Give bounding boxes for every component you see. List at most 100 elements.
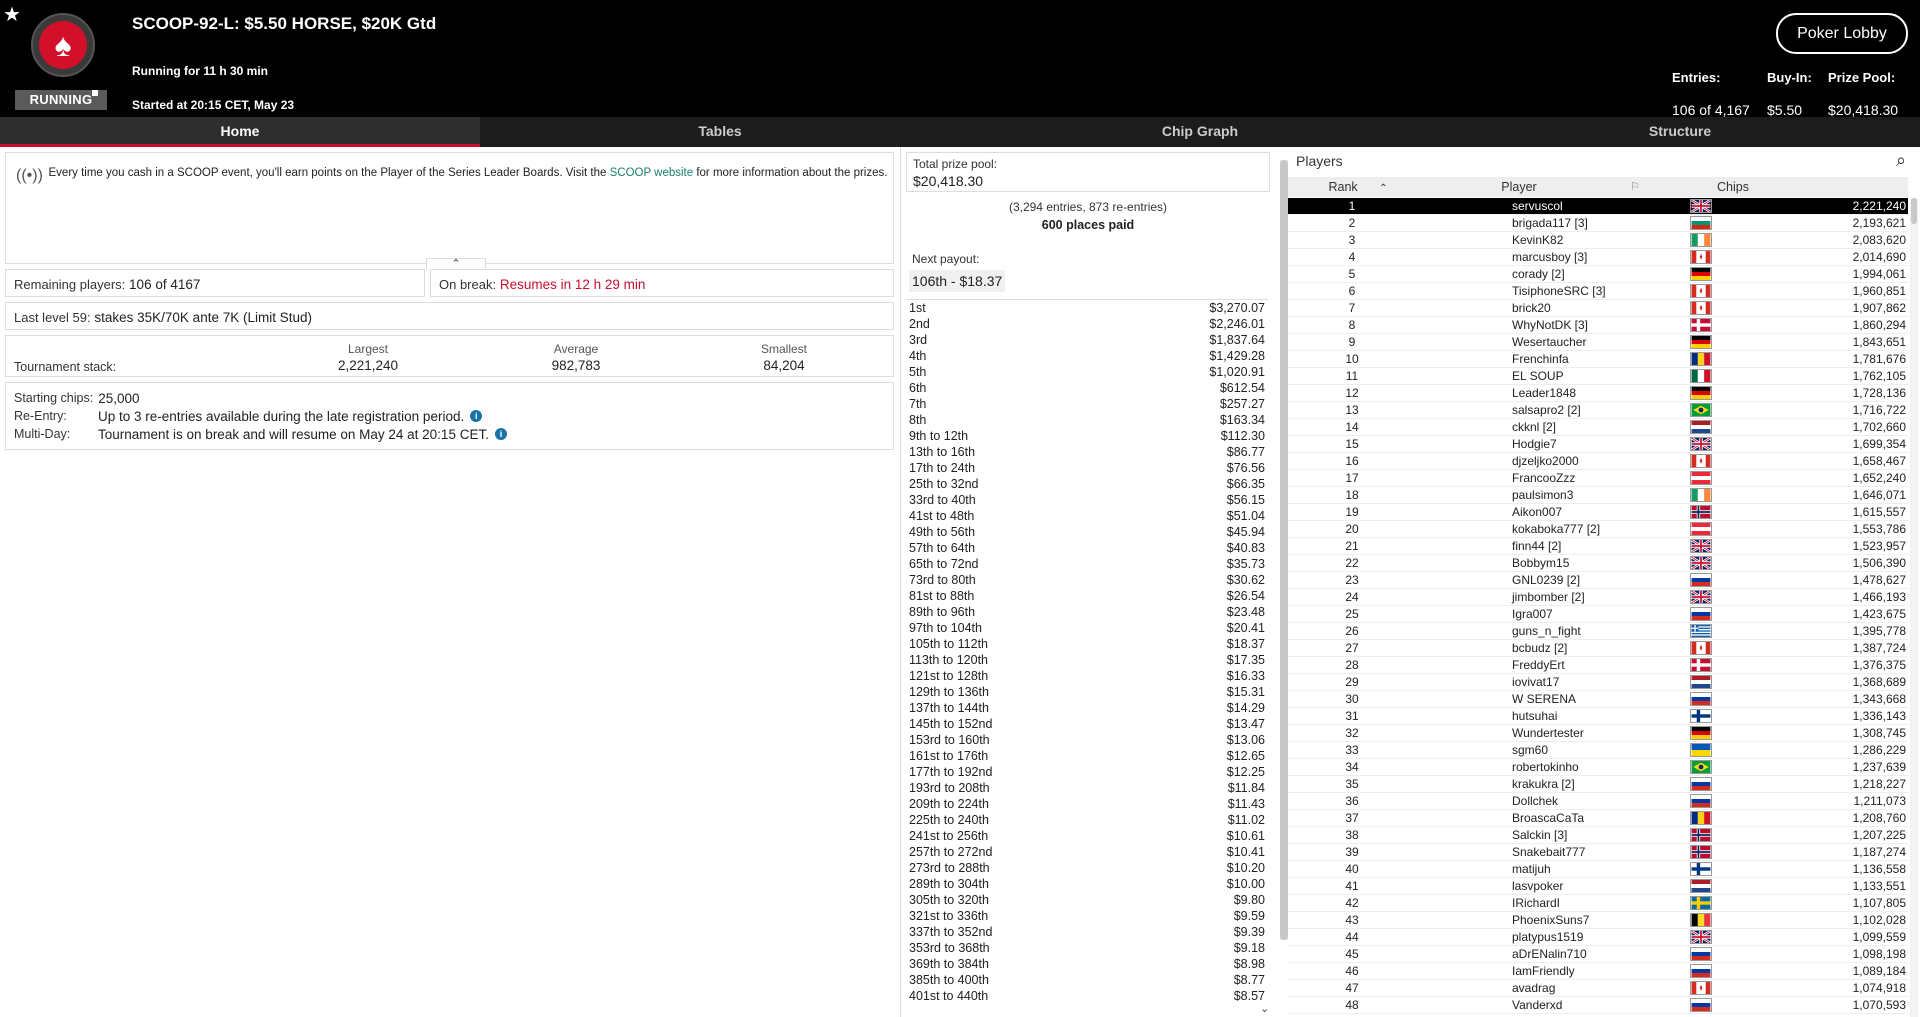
player-row[interactable]: 21 finn44 [2] 1,523,957 [1288, 538, 1908, 555]
player-row[interactable]: 44 platypus1519 1,099,559 [1288, 929, 1908, 946]
player-row[interactable]: 39 Snakebait777 1,187,274 [1288, 844, 1908, 861]
player-flag [1690, 691, 1718, 707]
player-row[interactable]: 23 GNL0239 [2] 1,478,627 [1288, 572, 1908, 589]
player-row[interactable]: 7 brick20 1,907,862 [1288, 300, 1908, 317]
player-row[interactable]: 26 guns_n_fight 1,395,778 [1288, 623, 1908, 640]
player-row[interactable]: 42 IRichardI 1,107,805 [1288, 895, 1908, 912]
player-row[interactable]: 4 marcusboy [3] 2,014,690 [1288, 249, 1908, 266]
player-row[interactable]: 6 TisiphoneSRC [3] 1,960,851 [1288, 283, 1908, 300]
player-row[interactable]: 8 WhyNotDK [3] 1,860,294 [1288, 317, 1908, 334]
flag-column-icon[interactable]: ⚐ [1622, 177, 1648, 197]
player-row[interactable]: 19 Aikon007 1,615,557 [1288, 504, 1908, 521]
player-name: lasvpoker [1512, 879, 1564, 893]
lastlevel-value: stakes 35K/70K ante 7K (Limit Stud) [94, 310, 312, 325]
player-row[interactable]: 14 ckknl [2] 1,702,660 [1288, 419, 1908, 436]
scoop-website-link[interactable]: SCOOP website [610, 167, 694, 179]
tab-tables[interactable]: Tables [480, 117, 960, 147]
player-row[interactable]: 16 djzeljko2000 1,658,467 [1288, 453, 1908, 470]
player-row[interactable]: 35 krakukra [2] 1,218,227 [1288, 776, 1908, 793]
player-row[interactable]: 45 aDrENalin710 1,098,198 [1288, 946, 1908, 963]
reentry-info-icon[interactable]: i [470, 410, 483, 422]
payout-amount: $20.41 [1226, 621, 1265, 635]
poker-lobby-button[interactable]: Poker Lobby [1776, 13, 1908, 54]
player-row[interactable]: 24 jimbomber [2] 1,466,193 [1288, 589, 1908, 606]
players-table-body[interactable]: 1 servuscol 2,221,240 2 brigada117 [3] 2,193,… [1288, 198, 1908, 1017]
payout-row: 177th to 192nd $12.25 [906, 764, 1268, 780]
country-flag-icon [1690, 726, 1712, 740]
scroll-down-chevron-icon[interactable]: ⌄ [1260, 1002, 1269, 1015]
player-row[interactable]: 18 paulsimon3 1,646,071 [1288, 487, 1908, 504]
players-panel: Players ⌕ Rank ⌃ Player ⚐ Chips 1 servusc… [1288, 147, 1920, 1017]
player-row[interactable]: 13 salsapro2 [2] 1,716,722 [1288, 402, 1908, 419]
player-chips: 1,646,071 [1852, 488, 1906, 502]
total-prize-pool: Total prize pool: $20,418.30 [906, 152, 1270, 192]
starting-chips-row: Starting chips: 25,000 [14, 389, 885, 407]
player-row[interactable]: 34 robertokinho 1,237,639 [1288, 759, 1908, 776]
player-chips: 2,193,621 [1852, 216, 1906, 230]
player-row[interactable]: 40 matijuh 1,136,558 [1288, 861, 1908, 878]
payout-row: 57th to 64th $40.83 [906, 540, 1268, 556]
player-rank: 43 [1345, 913, 1359, 927]
player-flag [1690, 827, 1718, 843]
player-row[interactable]: 47 avadrag 1,074,918 [1288, 980, 1908, 997]
search-icon[interactable]: ⌕ [1896, 150, 1906, 171]
country-flag-icon [1690, 879, 1712, 893]
player-row[interactable]: 29 iovivat17 1,368,689 [1288, 674, 1908, 691]
player-row[interactable]: 31 hutsuhai 1,336,143 [1288, 708, 1908, 725]
player-row[interactable]: 5 corady [2] 1,994,061 [1288, 266, 1908, 283]
player-row[interactable]: 36 Dollchek 1,211,073 [1288, 793, 1908, 810]
player-row[interactable]: 46 IamFriendly 1,089,184 [1288, 963, 1908, 980]
payout-scrollbar[interactable] [1280, 160, 1288, 940]
payout-amount: $17.35 [1226, 653, 1265, 667]
tab-home[interactable]: Home [0, 117, 480, 147]
info-text-post: for more information about the prizes. [693, 167, 888, 179]
multiday-info-icon[interactable]: i [494, 428, 507, 440]
player-row[interactable]: 41 lasvpoker 1,133,551 [1288, 878, 1908, 895]
player-row[interactable]: 22 Bobbym15 1,506,390 [1288, 555, 1908, 572]
player-row[interactable]: 25 Igra007 1,423,675 [1288, 606, 1908, 623]
player-row[interactable]: 38 Salckin [3] 1,207,225 [1288, 827, 1908, 844]
player-row[interactable]: 12 Leader1848 1,728,136 [1288, 385, 1908, 402]
payout-list[interactable]: 1st $3,270.07 2nd $2,246.01 3rd $1,837.64 4th $… [906, 299, 1268, 1004]
player-row[interactable]: 17 FrancooZzz 1,652,240 [1288, 470, 1908, 487]
favorite-star-icon[interactable]: ★ [3, 2, 21, 27]
player-row[interactable]: 2 brigada117 [3] 2,193,621 [1288, 215, 1908, 232]
player-row[interactable]: 1 servuscol 2,221,240 [1288, 198, 1908, 215]
payout-row: 7th $257.27 [906, 396, 1268, 412]
player-row[interactable]: 27 bcbudz [2] 1,387,724 [1288, 640, 1908, 657]
player-row[interactable]: 9 Wesertaucher 1,843,651 [1288, 334, 1908, 351]
player-flag [1690, 555, 1718, 571]
player-name: corady [2] [1512, 267, 1565, 281]
player-row[interactable]: 48 Vanderxd 1,070,593 [1288, 997, 1908, 1014]
player-row[interactable]: 28 FreddyErt 1,376,375 [1288, 657, 1908, 674]
player-chips: 1,207,225 [1852, 828, 1906, 842]
payout-amount: $9.59 [1233, 909, 1265, 923]
player-chips: 1,133,551 [1852, 879, 1906, 893]
player-row[interactable]: 33 sgm60 1,286,229 [1288, 742, 1908, 759]
onbreak-label: On break: [439, 277, 497, 292]
status-badge: RUNNING [7, 90, 107, 110]
player-row[interactable]: 15 Hodgie7 1,699,354 [1288, 436, 1908, 453]
tab-chip-graph[interactable]: Chip Graph [960, 117, 1440, 147]
player-name: salsapro2 [2] [1512, 403, 1581, 417]
player-row[interactable]: 3 KevinK82 2,083,620 [1288, 232, 1908, 249]
player-chips: 1,716,722 [1852, 403, 1906, 417]
payout-row: 17th to 24th $76.56 [906, 460, 1268, 476]
tab-structure[interactable]: Structure [1440, 117, 1920, 147]
player-rank: 10 [1345, 352, 1359, 366]
player-row[interactable]: 30 W SERENA 1,343,668 [1288, 691, 1908, 708]
players-scrollbar[interactable] [1910, 198, 1918, 1017]
players-scrollbar-thumb[interactable] [1911, 198, 1917, 224]
player-row[interactable]: 43 PhoenixSuns7 1,102,028 [1288, 912, 1908, 929]
chips-column-header[interactable]: Chips [1648, 177, 1818, 197]
player-row[interactable]: 11 EL SOUP 1,762,105 [1288, 368, 1908, 385]
rank-column-header[interactable]: Rank ⌃ [1288, 177, 1416, 197]
player-row[interactable]: 20 kokaboka777 [2] 1,553,786 [1288, 521, 1908, 538]
player-column-header[interactable]: Player [1416, 177, 1622, 197]
player-chips: 1,615,557 [1852, 505, 1906, 519]
player-row[interactable]: 37 BroascaCaTa 1,208,760 [1288, 810, 1908, 827]
player-flag [1690, 861, 1718, 877]
payout-scrollbar-thumb[interactable] [1280, 160, 1288, 940]
player-row[interactable]: 10 Frenchinfa 1,781,676 [1288, 351, 1908, 368]
player-row[interactable]: 32 Wundertester 1,308,745 [1288, 725, 1908, 742]
